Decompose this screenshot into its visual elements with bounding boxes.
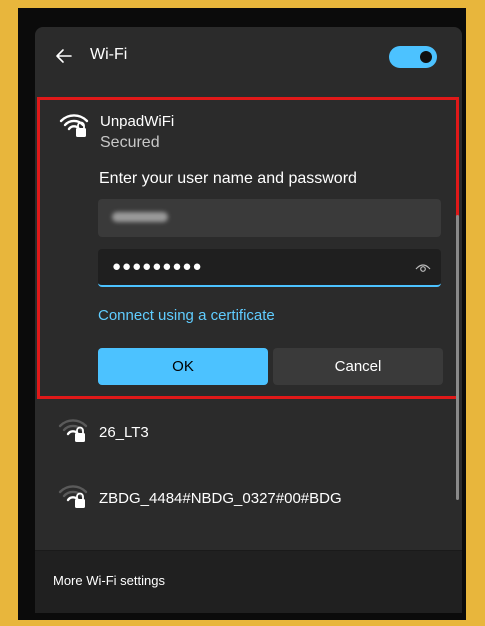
scrollbar[interactable] xyxy=(456,215,459,500)
username-field[interactable] xyxy=(98,199,441,237)
wifi-secured-icon xyxy=(58,485,88,508)
network-item[interactable]: ZBDG_4484#NBDG_0327#00#BDG xyxy=(35,471,450,531)
network-name: 26_LT3 xyxy=(99,424,149,441)
wifi-secured-icon xyxy=(59,114,89,137)
connect-certificate-link[interactable]: Connect using a certificate xyxy=(98,307,275,324)
cancel-button[interactable]: Cancel xyxy=(273,348,443,385)
network-name: ZBDG_4484#NBDG_0327#00#BDG xyxy=(99,490,342,507)
network-item[interactable]: 26_LT3 xyxy=(35,405,450,465)
network-name: UnpadWiFi xyxy=(100,113,175,130)
more-wifi-settings-link[interactable]: More Wi-Fi settings xyxy=(53,573,165,588)
reveal-password-icon[interactable] xyxy=(415,262,431,274)
wifi-secured-icon xyxy=(58,419,88,442)
password-value: ●●●●●●●●● xyxy=(112,258,203,275)
password-field[interactable]: ●●●●●●●●● xyxy=(98,249,441,287)
wifi-header: Wi-Fi xyxy=(35,27,462,89)
footer: More Wi-Fi settings xyxy=(35,550,462,613)
network-status: Secured xyxy=(100,134,160,151)
wifi-title: Wi-Fi xyxy=(90,46,128,63)
username-blurred-value xyxy=(112,212,168,222)
ok-button[interactable]: OK xyxy=(98,348,268,385)
wifi-toggle[interactable] xyxy=(389,46,437,68)
toggle-knob xyxy=(420,51,432,63)
credentials-prompt: Enter your user name and password xyxy=(99,170,357,187)
back-arrow-icon[interactable] xyxy=(53,45,75,67)
